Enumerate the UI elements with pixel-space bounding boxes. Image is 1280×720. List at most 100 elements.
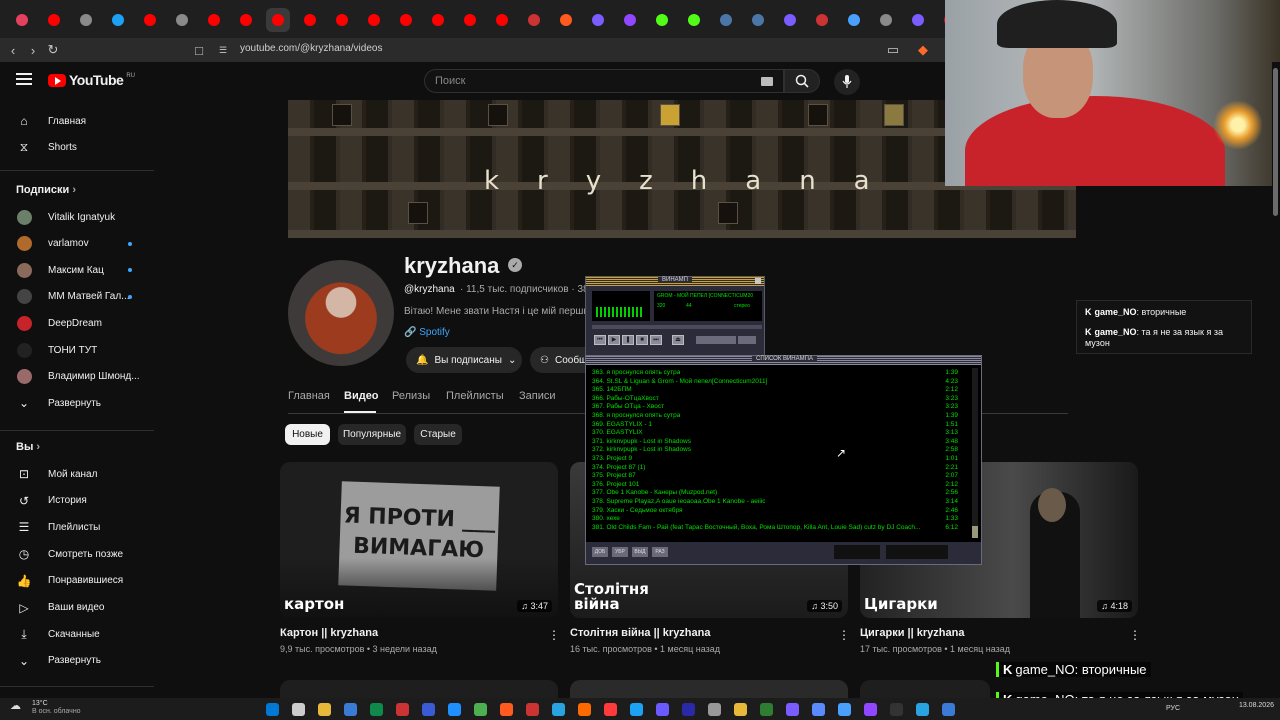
channel-description[interactable]: Вітаю! Мене звати Настя і це мій перший bbox=[404, 306, 595, 317]
playlist-row[interactable]: 379. Хаски - Седьмое октября 2:46 bbox=[592, 507, 958, 516]
sidebar-subscription[interactable]: Владимир Шмонд... bbox=[0, 364, 154, 390]
browser-tab[interactable] bbox=[586, 8, 610, 32]
taskbar-app-icon[interactable] bbox=[370, 703, 383, 716]
site-info-icon[interactable]: ☰ bbox=[214, 41, 232, 59]
browser-tab-active[interactable] bbox=[266, 8, 290, 32]
sidebar-item-home[interactable]: ⌂ Главная bbox=[0, 108, 154, 134]
playlist-footer-button[interactable]: ДОБ bbox=[592, 547, 608, 557]
playlist-row[interactable]: 364. St.SL & Liguan & Grom - Мой пепел[C… bbox=[592, 378, 958, 387]
video-thumbnail[interactable] bbox=[280, 680, 558, 698]
browser-tab[interactable] bbox=[74, 8, 98, 32]
more-options-icon[interactable]: ⋮ bbox=[838, 628, 850, 642]
browser-tab[interactable] bbox=[842, 8, 866, 32]
page-scrollbar-thumb[interactable] bbox=[1273, 68, 1278, 216]
taskbar-app-icon[interactable] bbox=[344, 703, 357, 716]
previous-icon[interactable]: ⏮ bbox=[594, 335, 606, 345]
browser-tab[interactable] bbox=[490, 8, 514, 32]
taskbar-app-icon[interactable] bbox=[448, 703, 461, 716]
browser-tab[interactable] bbox=[10, 8, 34, 32]
taskbar-app-icon[interactable] bbox=[422, 703, 435, 716]
browser-tab[interactable] bbox=[298, 8, 322, 32]
sidebar-item-shorts[interactable]: ⧖ Shorts bbox=[0, 134, 154, 160]
more-options-icon[interactable]: ⋮ bbox=[548, 628, 560, 642]
browser-tab[interactable] bbox=[650, 8, 674, 32]
sidebar-subscription[interactable]: ⌄ Развернуть bbox=[0, 390, 154, 416]
video-thumbnail[interactable]: Я ПРОТИ ___ ВИМАГАЮ ___ картон ♫ 3:47 bbox=[280, 462, 558, 618]
browser-tab[interactable] bbox=[42, 8, 66, 32]
taskbar-app-icon[interactable] bbox=[656, 703, 669, 716]
taskbar-app-icon[interactable] bbox=[708, 703, 721, 716]
subscriptions-heading[interactable]: Подписки › bbox=[16, 184, 76, 196]
close-icon[interactable] bbox=[755, 278, 761, 284]
youtube-logo[interactable]: YouTube RU bbox=[48, 72, 135, 88]
taskbar-app-icon[interactable] bbox=[734, 703, 747, 716]
playlist-row[interactable]: 366. Рабы-ОТцаХвост 3:23 bbox=[592, 395, 958, 404]
play-icon[interactable]: ▶ bbox=[608, 335, 620, 345]
taskbar-app-icon[interactable] bbox=[682, 703, 695, 716]
search-input[interactable]: Поиск bbox=[424, 69, 784, 93]
winamp-playlist[interactable]: СПИСОК ВИНАМПА 363. я проснулся опять су… bbox=[585, 355, 982, 565]
bookmark-icon[interactable]: □ bbox=[190, 41, 208, 59]
channel-tab[interactable]: Записи bbox=[519, 390, 556, 402]
sort-chip[interactable]: Популярные bbox=[338, 424, 406, 445]
taskbar-app-icon[interactable] bbox=[292, 703, 305, 716]
community-button[interactable]: ⚇ Сообщ bbox=[530, 347, 590, 373]
video-title[interactable]: Столітня війна || kryzhana bbox=[570, 627, 710, 639]
playlist-row[interactable]: 369. EGASTYLIX - 1 1:51 bbox=[592, 421, 958, 430]
browser-tab[interactable] bbox=[234, 8, 258, 32]
cast-icon[interactable]: ▭ bbox=[884, 41, 902, 59]
shuffle-button[interactable] bbox=[696, 336, 736, 344]
browser-tab[interactable] bbox=[426, 8, 450, 32]
next-icon[interactable]: ⏭ bbox=[650, 335, 662, 345]
repeat-button[interactable] bbox=[738, 336, 756, 344]
sidebar-item[interactable]: ⤓ Скачанные bbox=[0, 621, 154, 647]
playlist-row[interactable]: 365. 142БПМ 2:12 bbox=[592, 386, 958, 395]
back-icon[interactable]: ‹ bbox=[4, 41, 22, 59]
browser-tab[interactable] bbox=[170, 8, 194, 32]
sidebar-subscription[interactable]: varlamov bbox=[0, 231, 154, 257]
playlist-row[interactable]: 370. EGASTYLIX 3:13 bbox=[592, 429, 958, 438]
browser-tab[interactable] bbox=[906, 8, 930, 32]
playlist-footer-button[interactable]: РАЗ bbox=[652, 547, 668, 557]
channel-avatar[interactable] bbox=[288, 260, 394, 366]
taskbar-app-icon[interactable] bbox=[474, 703, 487, 716]
sidebar-subscription[interactable]: MM Матвей Гал... bbox=[0, 284, 154, 310]
taskbar-app-icon[interactable] bbox=[760, 703, 773, 716]
browser-tab[interactable] bbox=[778, 8, 802, 32]
video-title[interactable]: Картон || kryzhana bbox=[280, 627, 378, 639]
channel-tab[interactable]: Главная bbox=[288, 390, 330, 402]
sort-chip[interactable]: Старые bbox=[414, 424, 462, 445]
reload-icon[interactable]: ↻ bbox=[44, 41, 62, 59]
browser-tab[interactable] bbox=[330, 8, 354, 32]
playlist-row[interactable]: 378. Supreme Playaz,A oaue ieoaoaa,Obe 1… bbox=[592, 498, 958, 507]
sidebar-item[interactable]: ⊡ Мой канал bbox=[0, 461, 154, 487]
browser-tab[interactable] bbox=[202, 8, 226, 32]
playlist-row[interactable]: 375. Project 87 2:07 bbox=[592, 472, 958, 481]
forward-icon[interactable]: › bbox=[24, 41, 42, 59]
sidebar-item[interactable]: ☰ Плейлисты bbox=[0, 514, 154, 540]
browser-tab[interactable] bbox=[394, 8, 418, 32]
video-thumbnail[interactable] bbox=[570, 680, 848, 698]
video-title[interactable]: Цигарки || kryzhana bbox=[860, 627, 964, 639]
winamp-seekbar[interactable] bbox=[592, 325, 762, 329]
sort-chip[interactable]: Новые bbox=[285, 424, 330, 445]
playlist-footer-button[interactable]: УБР bbox=[612, 547, 628, 557]
stop-icon[interactable]: ■ bbox=[636, 335, 648, 345]
sidebar-item[interactable]: ⌄ Развернуть bbox=[0, 648, 154, 674]
browser-tab[interactable] bbox=[746, 8, 770, 32]
start-icon[interactable] bbox=[266, 703, 279, 716]
taskbar-app-icon[interactable] bbox=[942, 703, 955, 716]
browser-tab[interactable] bbox=[874, 8, 898, 32]
browser-tab[interactable] bbox=[106, 8, 130, 32]
search-button[interactable] bbox=[784, 69, 820, 93]
browser-tab[interactable] bbox=[138, 8, 162, 32]
browser-tab[interactable] bbox=[554, 8, 578, 32]
playlist-row[interactable]: 377. Obe 1 Kanobe - Канеры (Muzpod.net) 2… bbox=[592, 489, 958, 498]
sidebar-subscription[interactable]: Vitalik Ignatyuk bbox=[0, 204, 154, 230]
winamp-titlebar[interactable]: ВИНАМП bbox=[586, 277, 764, 286]
playlist-row[interactable]: 367. Рабы ОТца - Хвост 3:23 bbox=[592, 403, 958, 412]
browser-tab[interactable] bbox=[682, 8, 706, 32]
language-indicator[interactable]: РУС bbox=[1166, 705, 1180, 712]
taskbar-app-icon[interactable] bbox=[318, 703, 331, 716]
you-heading[interactable]: Вы › bbox=[16, 441, 40, 453]
